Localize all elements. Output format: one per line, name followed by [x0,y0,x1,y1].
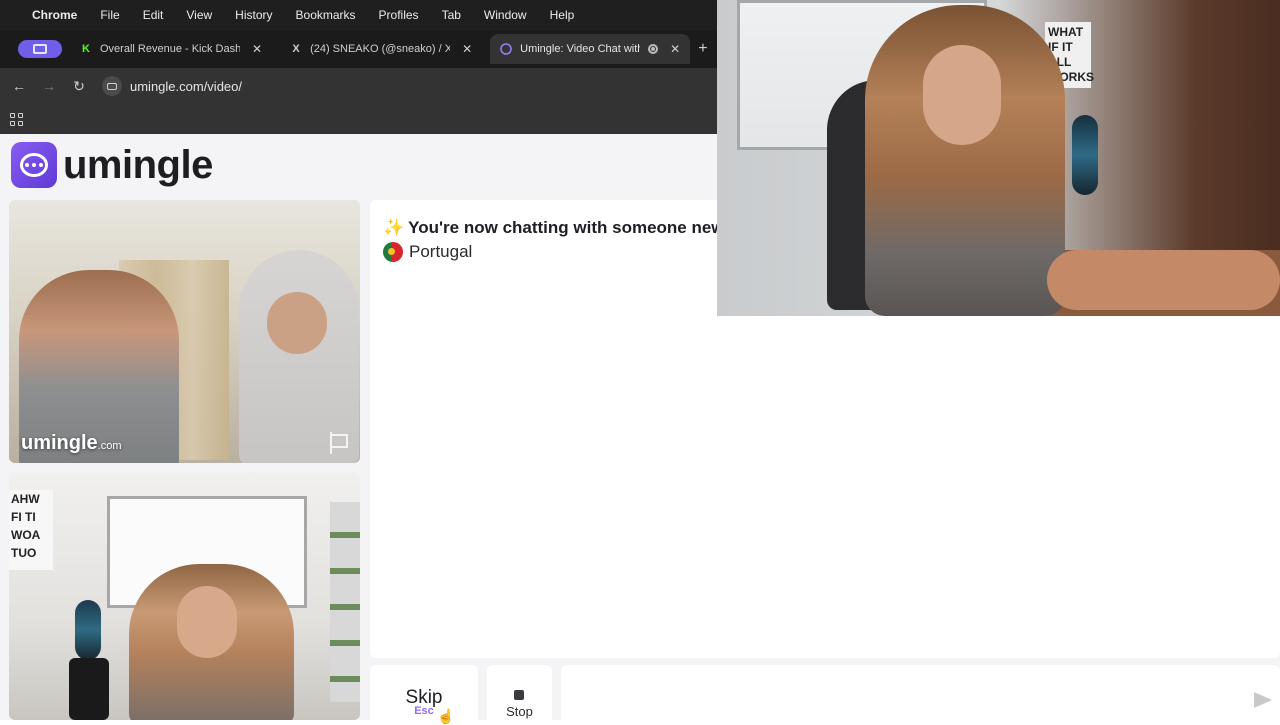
kick-favicon-icon: K [82,43,90,55]
tab-title: (24) SNEAKO (@sneako) / X [310,43,451,55]
menu-window[interactable]: Window [484,8,527,22]
back-arrow-icon[interactable]: ← [4,78,34,94]
stop-button[interactable]: Stop [487,665,552,725]
video-watermark: umingle.com [21,432,122,454]
skip-shortcut-hint: Esc [414,705,434,717]
bookmarks-bar [0,104,717,134]
chat-bubble-icon [500,43,512,55]
menu-profiles[interactable]: Profiles [379,8,419,22]
close-tab-icon[interactable]: ✕ [670,42,680,56]
apps-grid-icon[interactable] [10,112,23,126]
x-favicon-icon: X [292,43,300,55]
webcam-overlay: WHAT IF IT ALL WORKS [717,0,1280,316]
macos-menu-bar: Chrome File Edit View History Bookmarks … [0,0,717,30]
menu-help[interactable]: Help [550,8,575,22]
umingle-logo-icon [11,142,57,188]
mouse-pointer-icon: ☝ [437,708,455,724]
menu-history[interactable]: History [235,8,272,22]
menu-bookmarks[interactable]: Bookmarks [296,8,356,22]
menu-file[interactable]: File [100,8,119,22]
tab-title: Overall Revenue - Kick Dashb [100,43,240,55]
reload-icon[interactable]: ↻ [64,78,94,95]
close-tab-icon[interactable]: ✕ [462,42,472,56]
stranger-country: Portugal [383,242,472,262]
logo-text: umingle [63,142,213,187]
chat-status: ✨ You're now chatting with someone new [383,218,725,237]
profile-switcher-icon[interactable] [18,40,62,58]
menu-tab[interactable]: Tab [442,8,461,22]
tab-x-sneako[interactable]: X (24) SNEAKO (@sneako) / X ✕ [280,34,482,64]
wall-poster: AHW FI TI WOA TUO [9,490,53,570]
tab-title: Umingle: Video Chat with [520,43,641,55]
browser-toolbar: ← → ↻ umingle.com/video/ [0,68,717,104]
menu-view[interactable]: View [186,8,212,22]
skip-button[interactable]: Skip Esc [370,665,478,725]
address-bar[interactable]: umingle.com/video/ [102,76,242,96]
self-video: AHW FI TI WOA TUO [9,472,360,720]
message-input[interactable] [561,665,1280,725]
tab-kick-dashboard[interactable]: K Overall Revenue - Kick Dashb ✕ [70,34,272,64]
portugal-flag-icon [383,242,403,262]
address-url[interactable]: umingle.com/video/ [130,79,242,94]
sparkles-icon: ✨ [383,218,405,237]
site-info-icon[interactable] [102,76,122,96]
stop-label: Stop [506,704,533,719]
browser-tab-strip: K Overall Revenue - Kick Dashb ✕ X (24) … [0,30,717,68]
menu-chrome[interactable]: Chrome [32,8,77,22]
tab-umingle[interactable]: Umingle: Video Chat with ✕ [490,34,691,64]
forward-arrow-icon[interactable]: → [34,78,64,94]
stop-square-icon [514,690,524,700]
site-logo[interactable]: umingle [11,142,213,188]
close-tab-icon[interactable]: ✕ [252,42,262,56]
stranger-video: umingle.com [9,200,360,463]
new-tab-icon[interactable]: + [698,40,707,58]
send-icon[interactable] [1254,692,1272,708]
menu-edit[interactable]: Edit [143,8,164,22]
recording-indicator-icon [648,44,659,54]
report-flag-icon[interactable] [328,432,348,454]
